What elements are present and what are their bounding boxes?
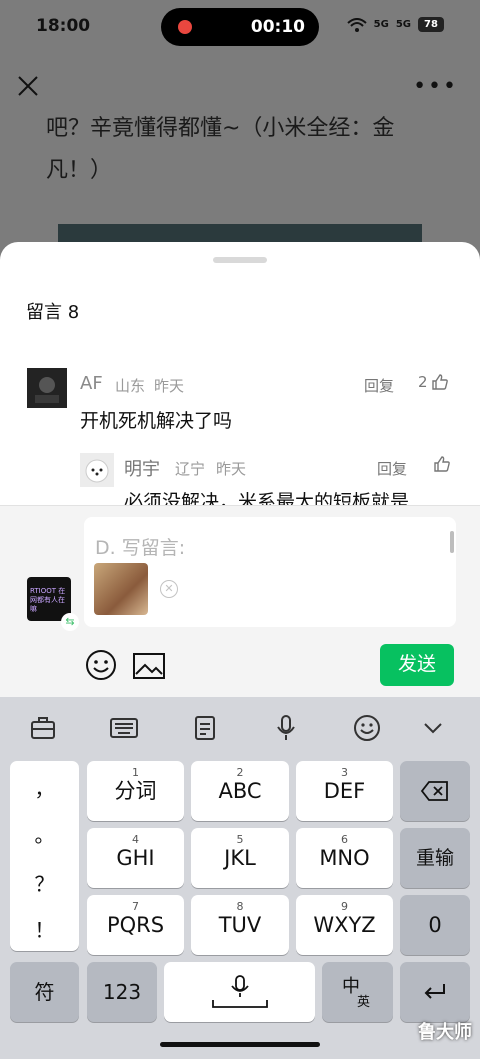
key-9[interactable]: 9 WXYZ	[296, 895, 393, 955]
key-label: MNO	[319, 846, 370, 870]
punctuation-key[interactable]: ，	[10, 773, 79, 802]
recording-icon	[178, 20, 192, 34]
key-label: JKL	[224, 846, 256, 870]
article-text: 吧？辛竟懂得都懂~（小米全经：金 凡！）	[46, 108, 446, 192]
briefcase-icon[interactable]	[28, 713, 58, 743]
status-bar: 18:00 00:10 5G 5G 78	[0, 0, 480, 54]
keyboard-toolbar	[0, 709, 480, 749]
recording-time: 00:10	[250, 17, 305, 37]
key-number: 7	[132, 900, 139, 913]
watermark: 鲁大师	[418, 1022, 472, 1043]
key-number: 9	[341, 900, 348, 913]
backspace-icon	[420, 781, 448, 801]
punctuation-key[interactable]: 。	[10, 819, 79, 848]
send-button[interactable]: 发送	[380, 644, 454, 686]
comment-time: 昨天	[216, 460, 247, 478]
return-icon	[424, 984, 445, 999]
comment-input[interactable]: D. 写留言: ✕	[84, 517, 456, 627]
key-label: TUV	[218, 913, 262, 937]
microphone-icon[interactable]	[271, 713, 301, 743]
key-8[interactable]: 8 TUV	[191, 895, 289, 955]
key-2[interactable]: 2 ABC	[191, 761, 289, 821]
emoji-keyboard-icon[interactable]	[352, 713, 382, 743]
return-key[interactable]	[400, 962, 470, 1022]
key-label: PQRS	[106, 913, 165, 937]
cell-signal-icon-1: 5G	[373, 19, 389, 30]
key-number: 1	[132, 766, 139, 779]
key-number: 6	[341, 833, 348, 846]
comment-time: 昨天	[154, 377, 185, 395]
symbol-key[interactable]: 符	[10, 962, 79, 1022]
key-label: 分词	[114, 779, 157, 803]
key-label: ABC	[218, 779, 262, 803]
avatar[interactable]	[80, 453, 114, 487]
system-icons: 5G 5G 78	[346, 17, 444, 32]
scrollbar[interactable]	[450, 531, 454, 553]
battery-icon: 78	[418, 17, 444, 32]
image-icon[interactable]	[133, 652, 165, 680]
comment-input-placeholder: D. 写留言:	[95, 537, 186, 559]
key-number: 5	[236, 833, 244, 846]
key-5[interactable]: 5 JKL	[191, 828, 289, 888]
lang-label-bottom: 英	[357, 995, 371, 1010]
like-button[interactable]: 2	[418, 373, 449, 391]
space-voice-key[interactable]	[164, 962, 315, 1022]
backspace-key[interactable]	[400, 761, 470, 821]
avatar[interactable]	[27, 368, 67, 408]
reenter-key[interactable]: 重输	[400, 828, 470, 888]
microphone-icon	[211, 975, 268, 1008]
key-label: GHI	[116, 846, 155, 870]
remove-image-icon[interactable]: ✕	[160, 580, 178, 598]
key-label: DEF	[323, 779, 366, 803]
reply-button[interactable]: 回复	[377, 458, 407, 479]
status-time: 18:00	[36, 16, 91, 36]
key-number: 4	[132, 833, 139, 846]
key-number: 3	[341, 766, 348, 779]
key-7[interactable]: 7 PQRS	[87, 895, 184, 955]
comment-location: 辽宁	[175, 460, 206, 478]
key-4[interactable]: 4 GHI	[87, 828, 184, 888]
punctuation-key[interactable]: ？	[10, 868, 79, 897]
punctuation-column[interactable]: ， 。 ？ ！	[10, 761, 79, 951]
cell-signal-icon-2: 5G	[395, 19, 411, 30]
reply-button[interactable]: 回复	[364, 375, 394, 396]
home-indicator[interactable]	[160, 1042, 320, 1047]
attached-image-thumbnail[interactable]	[94, 563, 148, 615]
comment-author[interactable]: 明宇	[124, 455, 160, 481]
comments-title: 留言 8	[26, 302, 80, 323]
like-count: 2	[418, 373, 428, 391]
comment-location: 山东	[115, 377, 146, 395]
wifi-icon	[346, 17, 367, 32]
key-number: 2	[236, 766, 244, 779]
dynamic-island: 00:10	[161, 8, 319, 46]
more-options-icon[interactable]: •••	[413, 74, 458, 99]
article-line-1: 吧？辛竟懂得都懂~（小米全经：金	[46, 116, 395, 141]
key-label: WXYZ	[313, 913, 376, 937]
comment-text: 开机死机解决了吗	[80, 410, 233, 432]
keyboard-icon[interactable]	[109, 713, 139, 743]
chevron-down-icon[interactable]	[418, 713, 448, 743]
clipboard-icon[interactable]	[190, 713, 220, 743]
emoji-icon[interactable]	[85, 649, 117, 681]
key-6[interactable]: 6 MNO	[296, 828, 393, 888]
like-button[interactable]	[433, 455, 451, 473]
thumbs-up-icon	[431, 374, 448, 390]
article-line-2: 凡！）	[46, 158, 113, 183]
language-switch-key[interactable]: 中 英	[322, 962, 393, 1022]
comment-author[interactable]: AF	[80, 373, 103, 394]
numbers-key[interactable]: 123	[87, 962, 157, 1022]
switch-identity-icon[interactable]: ⇆	[61, 613, 79, 631]
key-1[interactable]: 1 分词	[87, 761, 184, 821]
punctuation-key[interactable]: ！	[10, 914, 79, 943]
key-3[interactable]: 3 DEF	[296, 761, 393, 821]
comment-composer: RTIOOT 在网都有人在嘛 ⇆ D. 写留言: ✕ 发送	[0, 505, 480, 698]
keyboard: ， 。 ？ ！ 1 分词 2 ABC 3 DEF 4 GHI 5 JKL 6 MNO 重输 …	[0, 697, 480, 1059]
sheet-drag-handle[interactable]	[213, 257, 267, 263]
thumbs-up-icon	[434, 456, 450, 472]
key-number: 8	[236, 900, 244, 913]
zero-key[interactable]: 0	[400, 895, 470, 955]
close-icon[interactable]	[16, 74, 40, 98]
